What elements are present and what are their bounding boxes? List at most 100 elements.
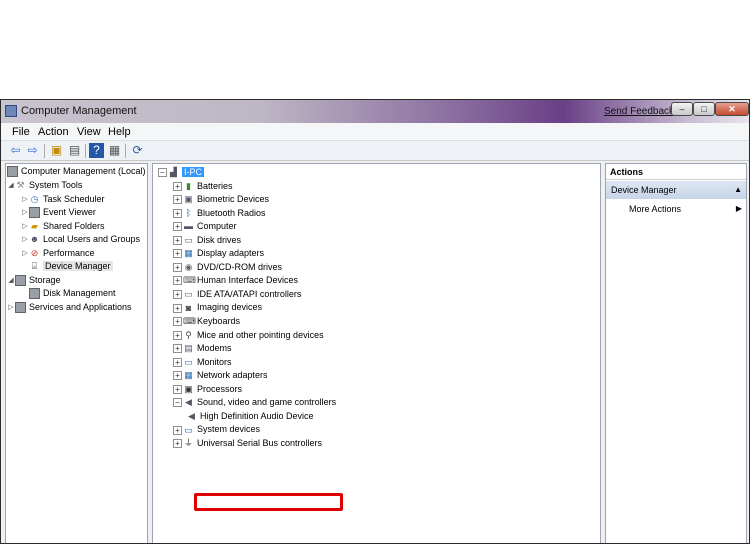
- expand-arrow-icon[interactable]: ▷: [7, 301, 15, 314]
- tree-item-system-tools[interactable]: ◢ ⚒ System Tools: [7, 179, 82, 192]
- expand-icon[interactable]: +: [173, 303, 182, 313]
- help-icon[interactable]: ?: [89, 143, 104, 158]
- disk-icon: [29, 288, 40, 300]
- back-arrow-icon[interactable]: ⇦: [8, 143, 23, 158]
- device-category-item[interactable]: + ▦ Network adapters: [173, 369, 268, 382]
- title-bar[interactable]: Computer Management Send Feedback – □ ✕: [1, 100, 749, 123]
- expand-icon[interactable]: +: [173, 181, 182, 191]
- menu-action[interactable]: Action: [38, 126, 69, 138]
- device-category-item[interactable]: + ▣ Processors: [173, 383, 242, 396]
- expand-icon[interactable]: +: [173, 249, 182, 259]
- hid-icon: ⌨: [183, 275, 196, 286]
- show-hide-tree-icon[interactable]: ▤: [67, 143, 82, 158]
- expand-icon[interactable]: +: [173, 330, 182, 340]
- device-category-item[interactable]: + ▭ System devices: [173, 423, 260, 436]
- collapse-icon[interactable]: −: [173, 398, 182, 408]
- expand-icon[interactable]: +: [173, 317, 182, 327]
- device-label: Computer: [197, 221, 237, 232]
- computer-icon: ▟: [170, 167, 177, 178]
- minimize-button[interactable]: –: [671, 102, 693, 116]
- menu-file[interactable]: File: [12, 126, 30, 138]
- collapse-arrow-icon[interactable]: ◢: [7, 179, 15, 192]
- device-category-item[interactable]: + ⚲ Mice and other pointing devices: [173, 329, 324, 342]
- expand-icon[interactable]: +: [173, 357, 182, 367]
- expand-icon[interactable]: +: [173, 425, 182, 435]
- expand-arrow-icon[interactable]: ▷: [21, 193, 29, 206]
- send-feedback-link[interactable]: Send Feedback: [604, 106, 674, 117]
- bluetooth-icon: ᛒ: [185, 207, 192, 218]
- device-category-item[interactable]: + ◙ Imaging devices: [173, 301, 262, 314]
- device-category-item[interactable]: + ᛒ Bluetooth Radios: [173, 207, 266, 220]
- device-category-item[interactable]: + ▮ Batteries: [173, 180, 233, 193]
- expand-icon[interactable]: +: [173, 195, 182, 205]
- up-folder-icon[interactable]: ▣: [49, 143, 64, 158]
- close-button[interactable]: ✕: [715, 102, 749, 116]
- device-category-item[interactable]: + ⌨Keyboards: [173, 315, 240, 328]
- expand-icon[interactable]: +: [173, 290, 182, 300]
- tree-item-local-users[interactable]: ▷ ☻ Local Users and Groups: [21, 233, 140, 246]
- expand-arrow-icon[interactable]: ▷: [21, 220, 29, 233]
- expand-arrow-icon[interactable]: ▷: [21, 233, 29, 246]
- toolbar-separator: [85, 144, 86, 158]
- actions-section-device-manager[interactable]: Device Manager ▲: [606, 181, 746, 199]
- collapse-caret-icon[interactable]: ▲: [734, 181, 742, 199]
- expand-arrow-icon[interactable]: ▷: [21, 206, 29, 219]
- scan-hardware-icon[interactable]: ⟳: [130, 143, 145, 158]
- tree-item-shared-folders[interactable]: ▷ ▰ Shared Folders: [21, 220, 105, 233]
- device-category-item[interactable]: + ▭ Monitors: [173, 356, 232, 369]
- device-category-item[interactable]: + ▣ Biometric Devices: [173, 193, 269, 206]
- device-category-item[interactable]: + ⏚ Universal Serial Bus controllers: [173, 437, 322, 450]
- collapse-icon[interactable]: −: [158, 168, 167, 178]
- tree-item-disk-management[interactable]: Disk Management: [29, 287, 116, 300]
- expand-icon[interactable]: +: [173, 439, 182, 449]
- properties-icon[interactable]: ▦: [107, 143, 122, 158]
- tree-item-task-scheduler[interactable]: ▷ ◷ Task Scheduler: [21, 193, 104, 206]
- tree-item-performance[interactable]: ▷ ⊘ Performance: [21, 247, 94, 260]
- expand-icon[interactable]: +: [173, 262, 182, 272]
- tree-item-device-manager[interactable]: ⌸ Device Manager: [29, 260, 113, 273]
- device-label: Keyboards: [197, 316, 241, 327]
- tree-item-root[interactable]: Computer Management (Local): [7, 165, 146, 178]
- tree-label: Shared Folders: [43, 221, 105, 232]
- device-category-item[interactable]: + ◉ DVD/CD-ROM drives: [173, 261, 282, 274]
- device-category-item[interactable]: + ▦ Display adapters: [173, 247, 264, 260]
- actions-pane: Actions Device Manager ▲ More Actions ▶: [605, 163, 747, 543]
- device-category-item[interactable]: + ⌨Human Interface Devices: [173, 274, 298, 287]
- expand-icon[interactable]: +: [173, 235, 182, 245]
- expand-icon[interactable]: +: [173, 344, 182, 354]
- more-actions-item[interactable]: More Actions: [629, 204, 681, 214]
- device-item[interactable]: ◀ High Definition Audio Device: [186, 410, 314, 423]
- expand-icon[interactable]: +: [173, 208, 182, 218]
- tree-label: Computer Management (Local): [21, 166, 146, 177]
- device-category-item[interactable]: + ▤ Modems: [173, 342, 232, 355]
- device-category-item[interactable]: + ▬ Computer: [173, 220, 237, 233]
- expand-icon[interactable]: +: [173, 222, 182, 232]
- device-tree-root[interactable]: − ▟ I-PC: [158, 166, 204, 179]
- expand-arrow-icon[interactable]: ▷: [21, 247, 29, 260]
- menu-view[interactable]: View: [77, 126, 101, 138]
- device-category-item[interactable]: − ◀ Sound, video and game controllers: [173, 396, 336, 409]
- device-label: Imaging devices: [197, 302, 263, 313]
- tree-item-storage[interactable]: ◢ Storage: [7, 274, 61, 287]
- performance-icon: ⊘: [30, 248, 39, 259]
- device-category-item[interactable]: + ▭ Disk drives: [173, 234, 241, 247]
- device-category-item[interactable]: + ▭ IDE ATA/ATAPI controllers: [173, 288, 301, 301]
- expand-icon[interactable]: +: [173, 276, 182, 286]
- expand-icon[interactable]: +: [173, 371, 182, 381]
- folder-icon: ▰: [31, 221, 38, 232]
- forward-arrow-icon[interactable]: ⇨: [25, 143, 40, 158]
- collapse-arrow-icon[interactable]: ◢: [7, 274, 15, 287]
- camera-icon: ◙: [185, 302, 192, 313]
- expand-icon[interactable]: +: [173, 384, 182, 394]
- processor-icon: ▣: [184, 383, 193, 394]
- toolbar-separator: [44, 144, 45, 158]
- tree-item-event-viewer[interactable]: ▷ Event Viewer: [21, 206, 96, 219]
- device-label: Monitors: [197, 356, 232, 367]
- menu-help[interactable]: Help: [108, 126, 131, 138]
- device-manager-icon: ⌸: [31, 261, 38, 272]
- biometric-icon: ▣: [184, 194, 193, 205]
- maximize-button[interactable]: □: [693, 102, 715, 116]
- users-icon: ☻: [29, 234, 40, 245]
- tree-item-services[interactable]: ▷ Services and Applications: [7, 301, 132, 314]
- device-label: Modems: [197, 343, 232, 354]
